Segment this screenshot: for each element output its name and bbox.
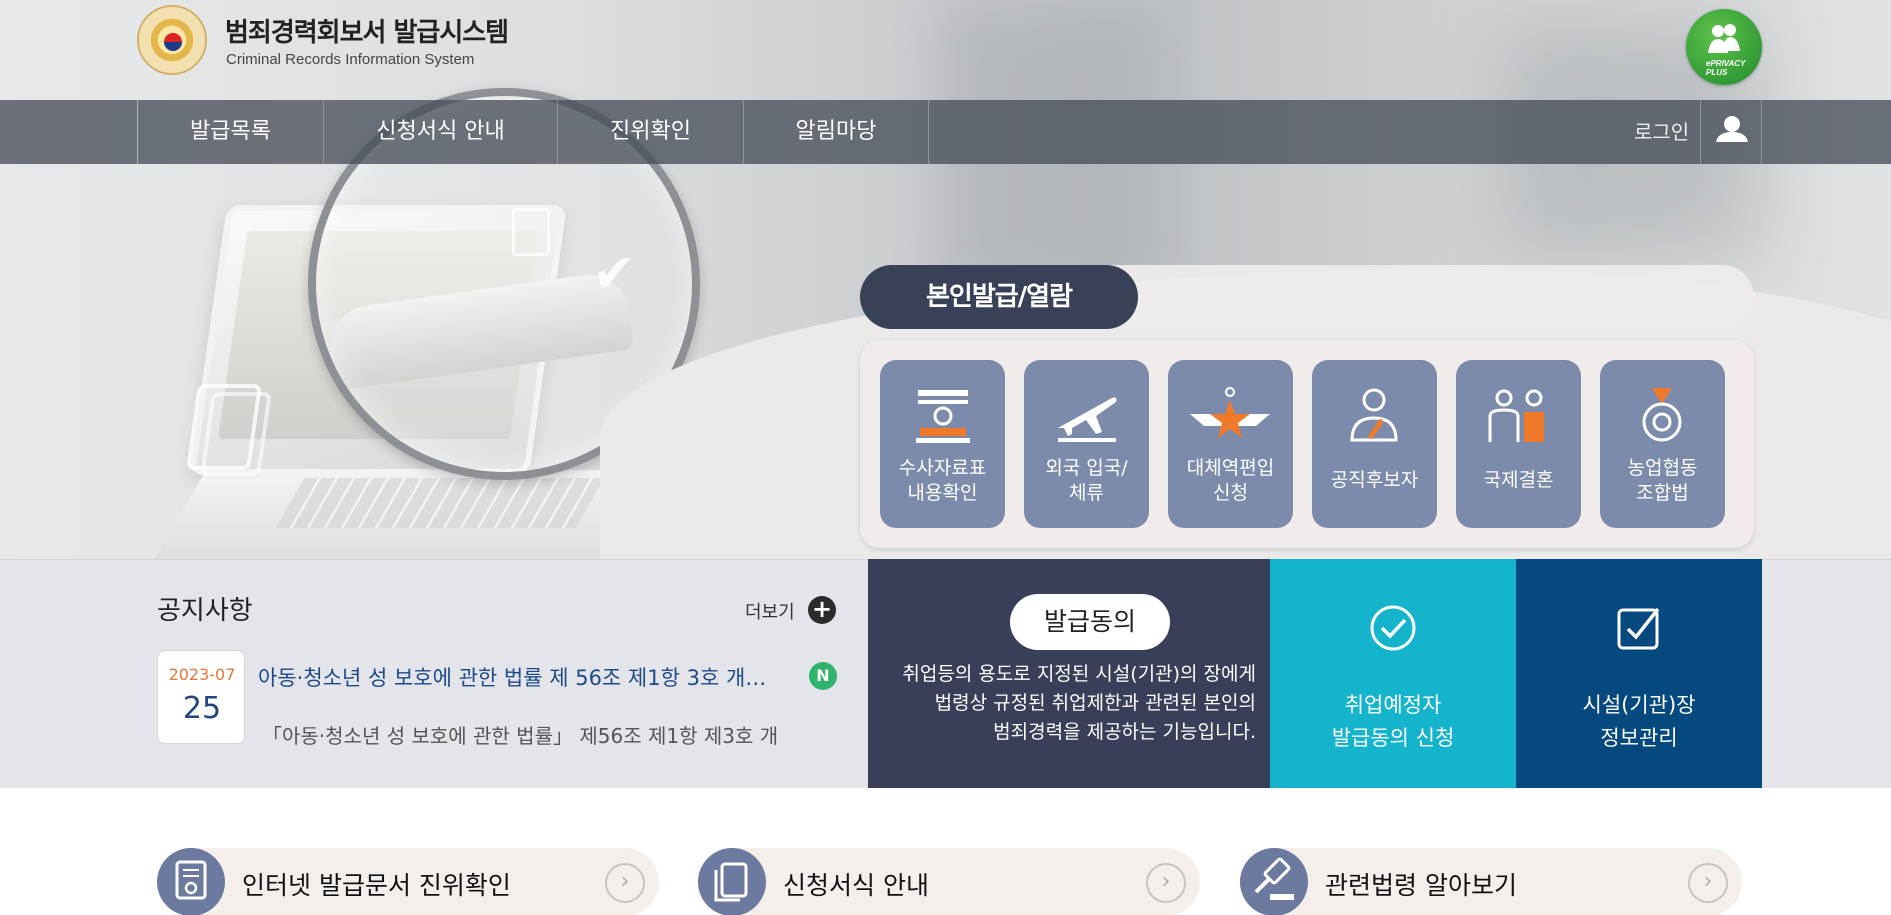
consent-desc-line: 범죄경력을 제공하는 기능입니다. bbox=[993, 721, 1256, 743]
tile-label-line: 취업예정자 bbox=[1344, 693, 1442, 717]
quick-link-label: 인터넷 발급문서 진위확인 bbox=[242, 871, 511, 900]
certificate-icon bbox=[175, 860, 207, 900]
main-nav: 발급목록 신청서식 안내 진위확인 알림마당 로그인 bbox=[0, 100, 1891, 164]
service-label-line1: 공직후보자 bbox=[1330, 469, 1419, 491]
tile-employment-consent[interactable]: 취업예정자 발급동의 신청 bbox=[1270, 559, 1516, 788]
notice-year-month: 2023-07 bbox=[168, 665, 236, 684]
police-emblem-icon[interactable] bbox=[137, 5, 207, 75]
nav-item-issue-list[interactable]: 발급목록 bbox=[137, 100, 323, 164]
new-badge: N bbox=[809, 662, 837, 690]
tile-label-line: 발급동의 신청 bbox=[1331, 726, 1455, 750]
service-investigation-record[interactable]: 수사자료표 내용확인 bbox=[880, 360, 1005, 528]
people-icon bbox=[1708, 24, 1740, 53]
service-international-marriage[interactable]: 국제결혼 bbox=[1456, 360, 1581, 528]
quick-link-label: 관련법령 알아보기 bbox=[1325, 871, 1517, 900]
document-stamp-icon bbox=[916, 390, 970, 443]
candidate-person-icon bbox=[1350, 388, 1398, 442]
couple-icon bbox=[1488, 389, 1544, 442]
tile-label-line: 시설(기관)장 bbox=[1582, 693, 1696, 717]
notice-headline-link[interactable]: 아동·청소년 성 보호에 관한 법률 제 56조 제1항 3호 개… bbox=[258, 662, 778, 692]
quick-link-verify-document[interactable]: 인터넷 발급문서 진위확인 › bbox=[157, 848, 659, 915]
service-label-line1: 농업협동 bbox=[1627, 457, 1698, 479]
nav-item-notice-board[interactable]: 알림마당 bbox=[743, 100, 929, 164]
keyboard-illustration bbox=[275, 478, 605, 528]
nav-item-form-guide[interactable]: 신청서식 안내 bbox=[323, 100, 557, 164]
quick-link-label: 신청서식 안내 bbox=[783, 871, 929, 900]
service-agricultural-cooperative[interactable]: 농업협동 조합법 bbox=[1600, 360, 1725, 528]
nav-item-verify[interactable]: 진위확인 bbox=[557, 100, 743, 164]
plus-icon[interactable]: + bbox=[808, 596, 836, 624]
notice-title: 공지사항 bbox=[157, 596, 253, 626]
login-button[interactable] bbox=[1700, 100, 1762, 164]
service-label-line1: 대체역편입 bbox=[1186, 457, 1275, 479]
service-label-line1: 국제결혼 bbox=[1483, 469, 1554, 491]
site-title[interactable]: 범죄경력회보서 발급시스템 bbox=[225, 12, 509, 49]
service-label-line2: 조합법 bbox=[1636, 482, 1689, 504]
service-label-line1: 외국 입국/ bbox=[1045, 457, 1128, 479]
login-label[interactable]: 로그인 bbox=[1634, 100, 1689, 164]
notice-day: 25 bbox=[182, 691, 222, 726]
service-label-line2: 내용확인 bbox=[907, 482, 978, 504]
gavel-icon bbox=[1254, 857, 1294, 900]
quick-link-related-laws[interactable]: 관련법령 알아보기 › bbox=[1240, 848, 1742, 915]
airplane-icon bbox=[1058, 397, 1117, 442]
documents-icon bbox=[714, 862, 748, 902]
chevron-right-icon: › bbox=[605, 863, 645, 903]
medal-icon bbox=[1642, 388, 1682, 442]
check-circle-icon bbox=[1370, 605, 1416, 651]
chevron-right-icon: › bbox=[1688, 863, 1728, 903]
eprivacy-text: ePRIVACY PLUS bbox=[1706, 59, 1746, 77]
notice-date: 2023-07 25 bbox=[157, 650, 245, 744]
notice-excerpt[interactable]: 「아동·청소년 성 보호에 관한 법률」 제56조 제1항 제3호 개 bbox=[262, 720, 837, 749]
more-label[interactable]: 더보기 bbox=[745, 598, 795, 624]
self-issue-title: 본인발급/열람 bbox=[860, 265, 1138, 329]
consent-description: 취업등의 용도로 지정된 시설(기관)의 장에게 법령상 규정된 취업제한과 관… bbox=[880, 660, 1256, 747]
service-label-line2: 체류 bbox=[1069, 482, 1104, 504]
consent-desc-line: 취업등의 용도로 지정된 시설(기관)의 장에게 bbox=[902, 663, 1256, 685]
site-subtitle: Criminal Records Information System bbox=[226, 51, 475, 68]
user-icon bbox=[1716, 116, 1748, 142]
check-square-icon bbox=[1617, 607, 1660, 650]
eprivacy-badge[interactable]: ePRIVACY PLUS bbox=[1686, 9, 1762, 85]
document-outline-icon bbox=[185, 384, 263, 470]
service-alternative-service[interactable]: 대체역편입 신청 bbox=[1168, 360, 1293, 528]
site-header: 범죄경력회보서 발급시스템 Criminal Records Informati… bbox=[0, 0, 1891, 100]
consent-desc-line: 법령상 규정된 취업제한과 관련된 본인의 bbox=[934, 692, 1256, 714]
service-label-line2: 신청 bbox=[1213, 482, 1248, 504]
tile-facility-management[interactable]: 시설(기관)장 정보관리 bbox=[1516, 559, 1762, 788]
tile-label-line: 정보관리 bbox=[1600, 726, 1678, 750]
service-foreign-entry[interactable]: 외국 입국/ 체류 bbox=[1024, 360, 1149, 528]
service-label-line1: 수사자료표 bbox=[898, 457, 987, 479]
military-emblem-icon bbox=[1190, 387, 1270, 438]
quick-link-form-guide[interactable]: 신청서식 안내 › bbox=[698, 848, 1200, 915]
chevron-right-icon: › bbox=[1146, 863, 1186, 903]
consent-button[interactable]: 발급동의 bbox=[1010, 594, 1170, 650]
service-public-candidate[interactable]: 공직후보자 bbox=[1312, 360, 1437, 528]
